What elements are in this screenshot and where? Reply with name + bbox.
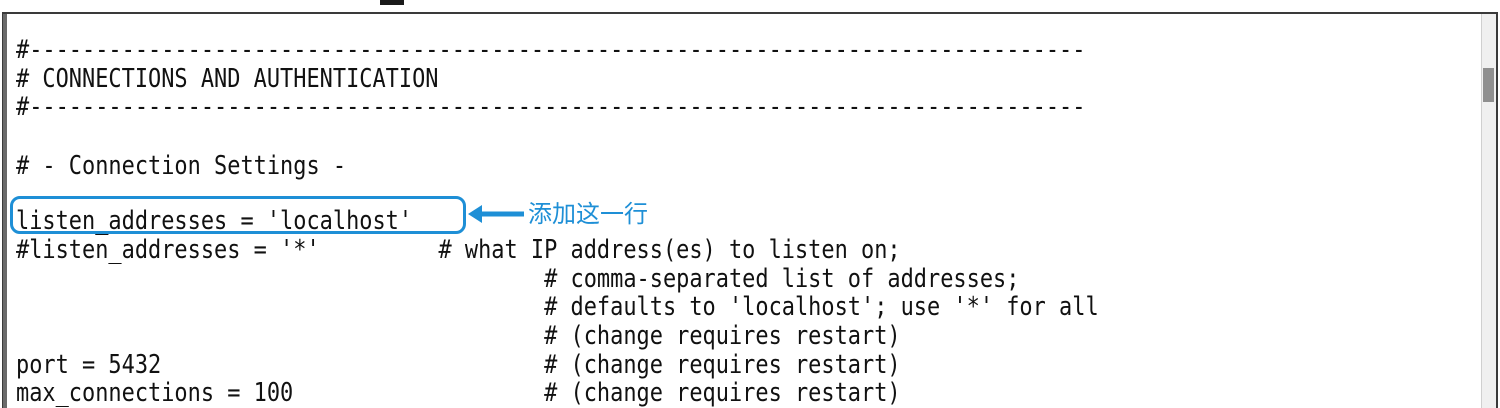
code-line: # CONNECTIONS AND AUTHENTICATION: [16, 64, 439, 94]
top-strip: [0, 0, 1500, 12]
vertical-scrollbar[interactable]: [1481, 14, 1496, 408]
code-line: # defaults to 'localhost'; use '*' for a…: [16, 292, 1099, 322]
annotation-label: 添加这一行: [528, 200, 648, 228]
scrollbar-thumb[interactable]: [1483, 68, 1494, 102]
code-line: #---------------------------------------…: [16, 92, 1086, 122]
highlight-box: [10, 196, 466, 234]
code-line: # (change requires restart): [16, 321, 901, 351]
window-left-edge: [3, 14, 7, 408]
text-cursor: [380, 0, 404, 5]
code-line: #listen_addresses = '*' # what IP addres…: [16, 235, 901, 265]
code-line: max_connections = 100 # (change requires…: [16, 378, 901, 408]
code-line: #---------------------------------------…: [16, 35, 1086, 65]
code-line: # comma-separated list of addresses;: [16, 264, 1020, 294]
code-line: port = 5432 # (change requires restart): [16, 350, 901, 380]
left-arrow-icon: [468, 205, 524, 223]
code-line: # - Connection Settings -: [16, 151, 347, 181]
